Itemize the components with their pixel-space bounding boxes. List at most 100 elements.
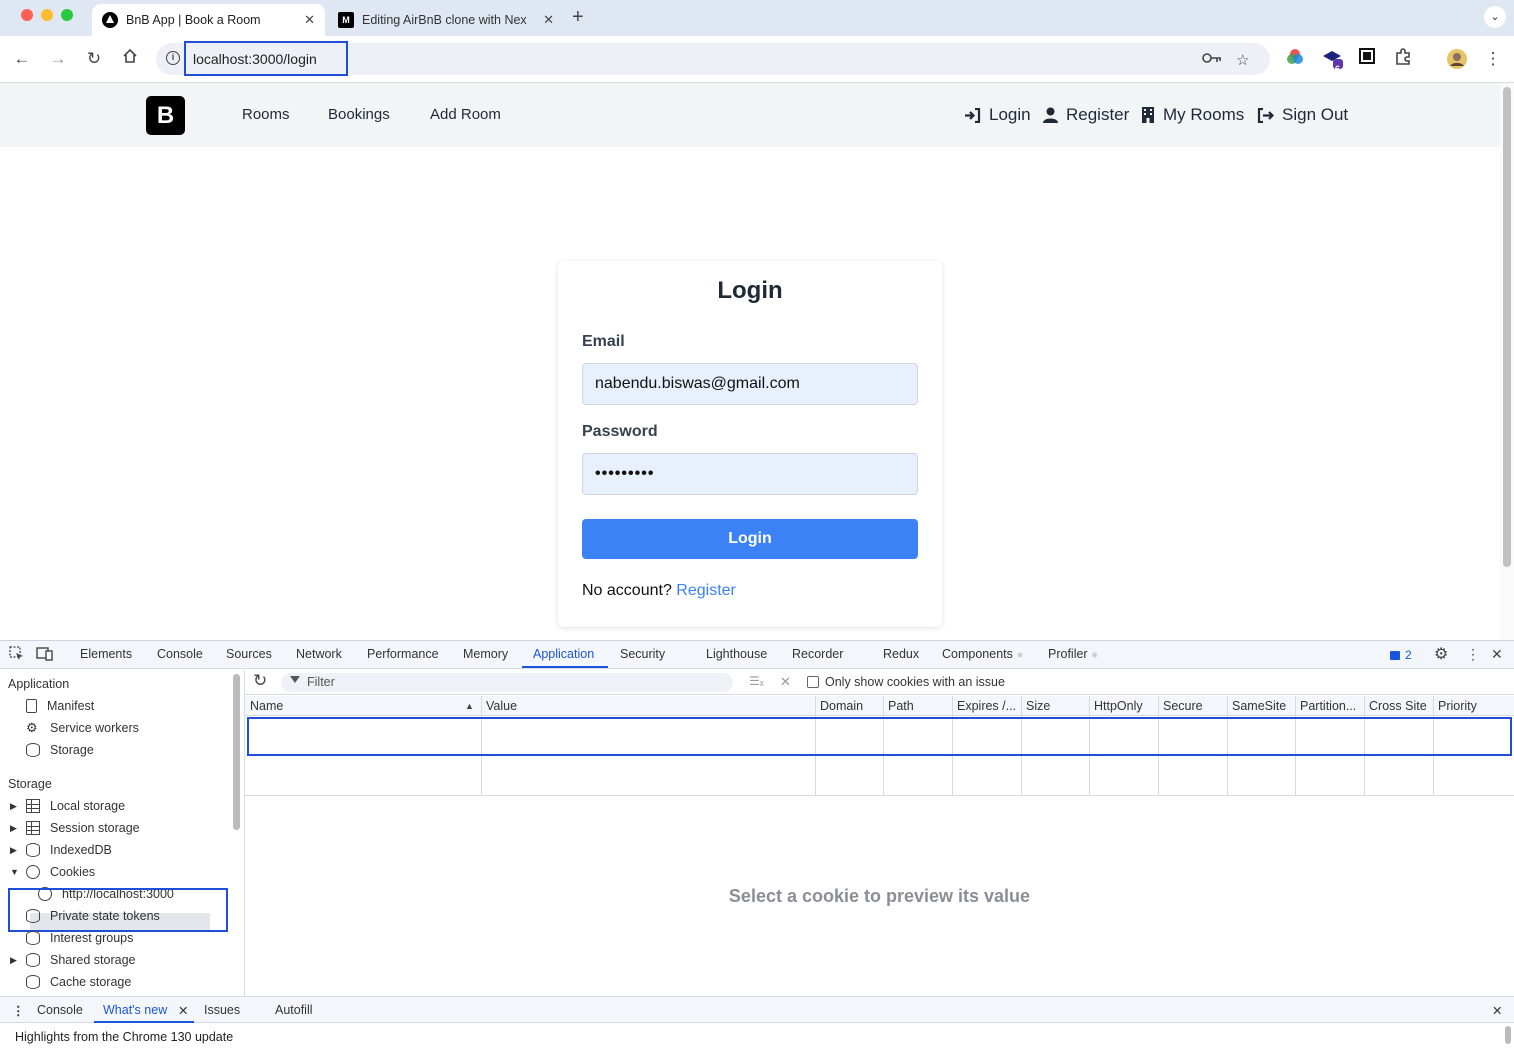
color-extension-icon[interactable] [1284,48,1306,70]
column-header-priority[interactable]: Priority [1438,699,1477,713]
expand-arrow-icon[interactable]: ▶ [10,823,17,834]
refresh-icon[interactable]: ↻ [253,671,267,691]
column-header-path[interactable]: Path [888,699,914,713]
column-header-domain[interactable]: Domain [820,699,863,713]
column-header-httponly[interactable]: HttpOnly [1094,699,1143,713]
email-field[interactable] [582,363,918,405]
back-icon[interactable]: ← [11,48,33,70]
home-icon[interactable] [119,48,141,70]
devtools-tab-console[interactable]: Console [157,647,203,661]
nav-my-rooms-link[interactable]: My Rooms [1141,105,1244,125]
only-issue-checkbox[interactable]: Only show cookies with an issue [807,675,1005,689]
sidebar-item-session-storage[interactable]: Session storage [26,821,140,835]
site-logo[interactable]: B [146,96,185,135]
close-drawer-icon[interactable]: ✕ [1492,1003,1502,1018]
reload-icon[interactable]: ↻ [83,48,105,70]
devtools-tab-application[interactable]: Application [533,647,594,661]
collapse-arrow-icon[interactable]: ▼ [10,867,19,877]
drawer-tab-whats-new[interactable]: What's new [103,1003,167,1017]
sidebar-item-service-workers[interactable]: ⚙ Service workers [26,721,139,736]
register-link[interactable]: Register [676,582,736,599]
nav-login-link[interactable]: Login [964,105,1031,125]
column-header-secure[interactable]: Secure [1163,699,1203,713]
drawer-tab-issues[interactable]: Issues [204,1003,240,1017]
expand-arrow-icon[interactable]: ▶ [10,801,17,812]
password-field[interactable] [582,453,918,495]
settings-gear-icon[interactable]: ⚙ [1434,644,1448,664]
page-scrollbar[interactable] [1500,83,1514,640]
password-key-icon[interactable] [1202,51,1222,69]
sidebar-item-local-storage[interactable]: Local storage [26,799,125,813]
drawer-menu-icon[interactable]: ⋮ [12,1003,25,1018]
drawer-scrollbar[interactable] [1505,1026,1511,1044]
devtools-tab-elements[interactable]: Elements [80,647,132,661]
close-whats-new-icon[interactable]: ✕ [178,1003,188,1018]
sidebar-item-manifest[interactable]: Manifest [26,699,94,713]
sidebar-scrollbar[interactable] [231,670,245,996]
sidebar-item-indexeddb[interactable]: IndexedDB [26,843,112,857]
forward-icon[interactable]: → [47,48,69,70]
devtools-tab-lighthouse[interactable]: Lighthouse [706,647,767,661]
column-header-value[interactable]: Value [486,699,517,713]
cookie-filter-input[interactable]: Filter [281,673,733,692]
tab-close-icon[interactable]: ✕ [304,12,315,28]
column-header-name[interactable]: Name [250,699,283,713]
tab-close-icon[interactable]: ✕ [543,12,554,28]
column-header-size[interactable]: Size [1026,699,1050,713]
devtools-tab-performance[interactable]: Performance [367,647,439,661]
expand-arrow-icon[interactable]: ▶ [10,845,17,856]
sidebar-scrollbar-thumb[interactable] [233,674,240,830]
extensions-puzzle-icon[interactable] [1392,48,1414,70]
nav-register-link[interactable]: Register [1043,105,1129,125]
sidebar-item-storage[interactable]: Storage [26,743,94,757]
device-toolbar-icon[interactable] [36,646,53,664]
graduation-extension-icon[interactable]: 6 [1322,48,1344,74]
clear-filtered-icon[interactable]: ☰ₓ [749,674,764,688]
column-header-expires[interactable]: Expires /... [957,699,1016,713]
drawer-tab-console[interactable]: Console [37,1003,83,1017]
page-scrollbar-thumb[interactable] [1503,87,1511,567]
devtools-tab-recorder[interactable]: Recorder [792,647,843,661]
nav-add-room-link[interactable]: Add Room [430,106,501,123]
devtools-tab-security[interactable]: Security [620,647,665,661]
nav-rooms-link[interactable]: Rooms [242,106,290,123]
profile-avatar[interactable] [1446,48,1468,70]
devtools-menu-icon[interactable]: ⋮ [1466,646,1480,663]
nav-sign-out-link[interactable]: Sign Out [1257,105,1348,125]
bookmark-star-icon[interactable]: ☆ [1236,51,1249,69]
browser-menu-icon[interactable]: ⋮ [1482,48,1504,70]
site-info-icon[interactable]: i [166,51,180,65]
browser-tab-active[interactable]: BnB App | Book a Room ✕ [92,4,325,36]
sidebar-item-cookies[interactable]: Cookies [26,865,95,879]
issues-badge[interactable]: 2 [1390,648,1412,662]
empty-cookie-row-highlight[interactable] [247,717,1512,756]
column-header-samesite[interactable]: SameSite [1232,699,1286,713]
devtools-tab-profiler[interactable]: Profiler ⚛ [1048,647,1098,661]
sidebar-item-interest-groups[interactable]: Interest groups [26,931,133,945]
devtools-tab-redux[interactable]: Redux [883,647,919,661]
devtools-tab-sources[interactable]: Sources [226,647,272,661]
nav-bookings-link[interactable]: Bookings [328,106,390,123]
minimize-window-button[interactable] [41,9,53,21]
tab-search-icon[interactable]: ⌄ [1484,6,1506,28]
checkbox[interactable] [807,676,819,688]
devtools-tab-components[interactable]: Components ⚛ [942,647,1024,661]
sidebar-item-shared-storage[interactable]: Shared storage [26,953,135,967]
close-devtools-icon[interactable]: ✕ [1491,646,1503,663]
expand-arrow-icon[interactable]: ▶ [10,955,17,966]
browser-tab[interactable]: M Editing AirBnB clone with Nex ✕ [328,4,564,36]
close-window-button[interactable] [21,9,33,21]
maximize-window-button[interactable] [61,9,73,21]
sort-ascending-icon[interactable]: ▲ [465,701,474,711]
inspect-element-icon[interactable] [9,646,24,664]
column-header-partition[interactable]: Partition... [1300,699,1356,713]
delete-selected-icon[interactable]: ✕ [780,674,791,690]
new-tab-icon[interactable]: + [572,6,584,29]
reader-extension-icon[interactable] [1356,48,1378,70]
column-header-cross-site[interactable]: Cross Site [1369,699,1427,713]
sidebar-item-private-state-tokens[interactable]: Private state tokens [26,909,160,923]
login-submit-button[interactable]: Login [582,519,918,559]
drawer-tab-autofill[interactable]: Autofill [275,1003,313,1017]
devtools-tab-memory[interactable]: Memory [463,647,508,661]
devtools-tab-network[interactable]: Network [296,647,342,661]
